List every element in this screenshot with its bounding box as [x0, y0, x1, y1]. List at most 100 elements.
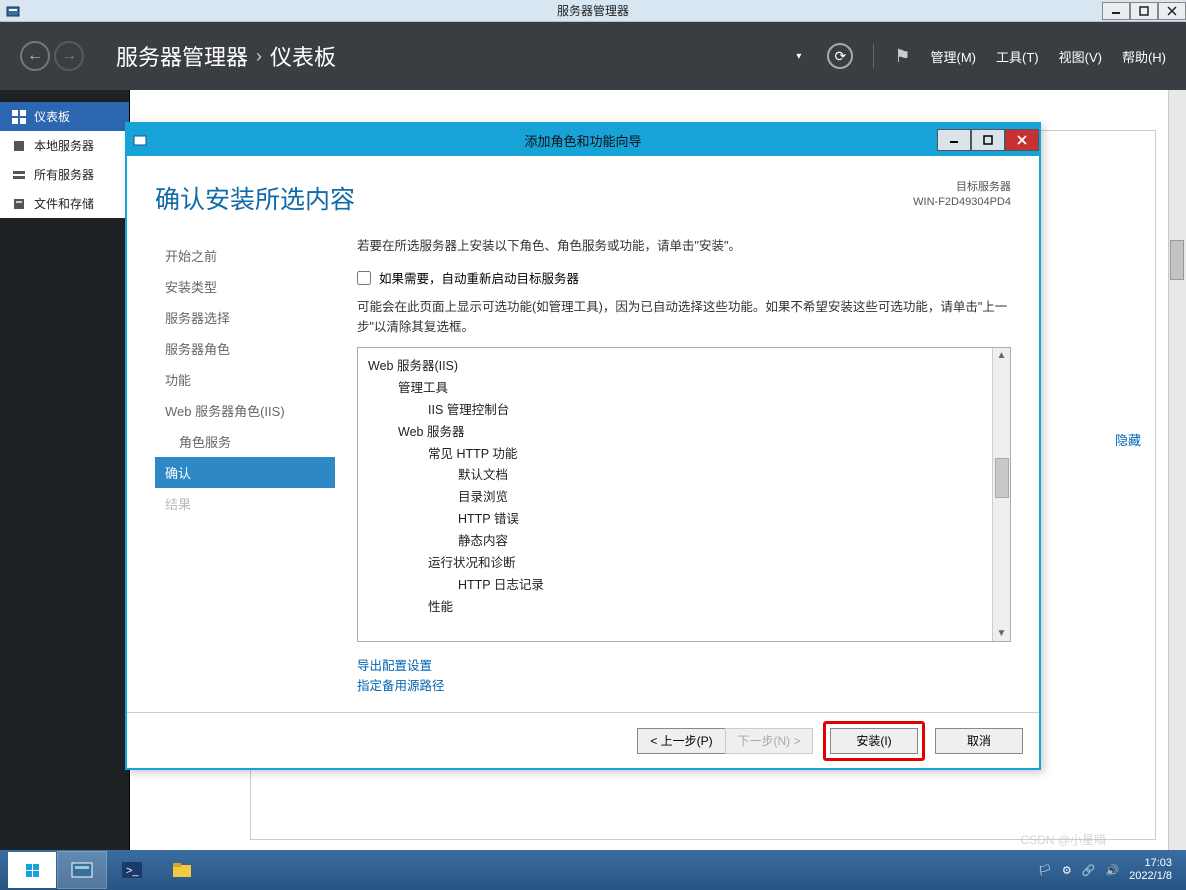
refresh-icon[interactable]: ⟳ — [827, 43, 853, 69]
target-server-label: 目标服务器 — [913, 180, 1011, 195]
menu-tools[interactable]: 工具(T) — [996, 47, 1039, 66]
tray-action-icon[interactable]: ⚙ — [1062, 864, 1072, 877]
sidebar-item-label: 文件和存储 — [34, 195, 94, 212]
nav-forward-button[interactable]: → — [54, 41, 84, 71]
tree-node: 常见 HTTP 功能 — [368, 444, 1008, 466]
tree-node: 运行状况和诊断 — [368, 553, 1008, 575]
window-title: 服务器管理器 — [557, 2, 629, 19]
tree-node: 静态内容 — [368, 531, 1008, 553]
vertical-scrollbar[interactable] — [1168, 90, 1186, 850]
breadcrumb: 服务器管理器 › 仪表板 — [116, 40, 336, 72]
taskbar-explorer[interactable] — [158, 852, 206, 888]
wizard-note: 可能会在此页面上显示可选功能(如管理工具)，因为已自动选择这些功能。如果不希望安… — [357, 297, 1011, 337]
scroll-thumb[interactable] — [995, 458, 1009, 498]
maximize-button[interactable] — [1130, 2, 1158, 20]
sidebar-item-label: 所有服务器 — [34, 166, 94, 183]
tree-scrollbar[interactable]: ▲ ▼ — [992, 348, 1010, 641]
wizard-title: 添加角色和功能向导 — [524, 131, 641, 150]
tree-node: 管理工具 — [368, 378, 1008, 400]
dashboard-icon — [12, 110, 26, 124]
sidebar-item-all-servers[interactable]: 所有服务器 — [0, 160, 129, 189]
wizard-nav-server-roles[interactable]: 服务器角色 — [155, 333, 335, 364]
flag-icon[interactable]: ⚑ — [894, 46, 910, 67]
minimize-button[interactable] — [1102, 2, 1130, 20]
tray-network-icon[interactable]: 🔗 — [1082, 864, 1096, 877]
watermark: CSDN @小星嘀 — [1020, 831, 1106, 848]
scroll-down-icon[interactable]: ▼ — [995, 626, 1009, 641]
wizard-minimize-button[interactable] — [937, 129, 971, 151]
tray-clock[interactable]: 17:03 2022/1/8 — [1129, 857, 1172, 883]
taskbar-server-manager[interactable] — [58, 852, 106, 888]
nav-back-button[interactable]: ← — [20, 41, 50, 71]
menu-view[interactable]: 视图(V) — [1059, 47, 1102, 66]
tree-node: IIS 管理控制台 — [368, 400, 1008, 422]
tree-node: HTTP 日志记录 — [368, 575, 1008, 597]
tree-node: HTTP 错误 — [368, 509, 1008, 531]
wizard-heading: 确认安装所选内容 — [155, 180, 355, 216]
wizard-instruction: 若要在所选服务器上安装以下角色、角色服务或功能，请单击"安装"。 — [357, 236, 1011, 256]
hide-link[interactable]: 隐藏 — [1115, 430, 1141, 449]
tree-node: 目录浏览 — [368, 487, 1008, 509]
tray-date: 2022/1/8 — [1129, 870, 1172, 883]
auto-restart-label: 如果需要，自动重新启动目标服务器 — [379, 268, 579, 287]
export-config-link[interactable]: 导出配置设置 — [357, 659, 432, 673]
add-roles-wizard: 添加角色和功能向导 确认安装所选内容 目标服务器 WIN-F2D49304PD4… — [125, 122, 1041, 770]
prev-button[interactable]: < 上一步(P) — [637, 728, 725, 754]
storage-icon — [12, 197, 26, 211]
window-title-bar: 服务器管理器 — [0, 0, 1186, 22]
wizard-nav-server-select[interactable]: 服务器选择 — [155, 302, 335, 333]
next-button: 下一步(N) > — [725, 728, 813, 754]
tray-time: 17:03 — [1129, 857, 1172, 870]
windows-logo-icon — [26, 864, 39, 877]
tree-node: Web 服务器(IIS) — [368, 356, 1008, 378]
server-icon — [12, 139, 26, 153]
sidebar-item-local-server[interactable]: 本地服务器 — [0, 131, 129, 160]
alt-source-link[interactable]: 指定备用源路径 — [357, 679, 445, 693]
wizard-nav: 开始之前 安装类型 服务器选择 服务器角色 功能 Web 服务器角色(IIS) … — [155, 236, 335, 696]
roles-tree: Web 服务器(IIS)管理工具IIS 管理控制台Web 服务器常见 HTTP … — [368, 356, 1008, 619]
sidebar-item-label: 本地服务器 — [34, 137, 94, 154]
wizard-nav-features[interactable]: 功能 — [155, 364, 335, 395]
wizard-nav-web-iis[interactable]: Web 服务器角色(IIS) — [155, 395, 335, 426]
auto-restart-row[interactable]: 如果需要，自动重新启动目标服务器 — [357, 268, 1011, 287]
roles-tree-box: Web 服务器(IIS)管理工具IIS 管理控制台Web 服务器常见 HTTP … — [357, 347, 1011, 642]
wizard-nav-before[interactable]: 开始之前 — [155, 240, 335, 271]
breadcrumb-page: 仪表板 — [270, 40, 336, 72]
wizard-close-button[interactable] — [1005, 129, 1039, 151]
breadcrumb-app-dropdown[interactable]: 服务器管理器 — [116, 40, 248, 72]
install-highlight: 安装(I) — [823, 721, 925, 761]
wizard-maximize-button[interactable] — [971, 129, 1005, 151]
tray-volume-icon[interactable]: 🔊 — [1105, 864, 1119, 877]
tree-node: 默认文档 — [368, 465, 1008, 487]
system-tray: 🏳 ⚙ 🔗 🔊 17:03 2022/1/8 — [1038, 857, 1178, 883]
sidebar-item-file-storage[interactable]: 文件和存储 — [0, 189, 129, 218]
svg-text:>_: >_ — [126, 865, 139, 877]
wizard-nav-install-type[interactable]: 安装类型 — [155, 271, 335, 302]
sidebar-item-dashboard[interactable]: 仪表板 — [0, 102, 129, 131]
start-button[interactable] — [8, 852, 56, 888]
scroll-up-icon[interactable]: ▲ — [995, 348, 1009, 363]
dropdown-caret-icon[interactable]: ▾ — [796, 51, 801, 62]
menu-manage[interactable]: 管理(M) — [931, 47, 977, 66]
sidebar-item-label: 仪表板 — [34, 108, 70, 125]
chevron-right-icon: › — [256, 46, 262, 67]
target-server-name: WIN-F2D49304PD4 — [913, 195, 1011, 210]
menu-help[interactable]: 帮助(H) — [1122, 47, 1166, 66]
auto-restart-checkbox[interactable] — [357, 271, 371, 285]
wizard-footer: < 上一步(P) 下一步(N) > 安装(I) 取消 — [127, 712, 1039, 768]
header-bar: ← → 服务器管理器 › 仪表板 ▾ ⟳ ⚑ 管理(M) 工具(T) 视图(V)… — [0, 22, 1186, 90]
wizard-nav-confirm[interactable]: 确认 — [155, 457, 335, 488]
taskbar: >_ 🏳 ⚙ 🔗 🔊 17:03 2022/1/8 — [0, 850, 1186, 890]
wizard-icon — [133, 133, 147, 147]
close-button[interactable] — [1158, 2, 1186, 20]
taskbar-powershell[interactable]: >_ — [108, 852, 156, 888]
cancel-button[interactable]: 取消 — [935, 728, 1023, 754]
separator — [873, 44, 874, 68]
tree-node: 性能 — [368, 597, 1008, 619]
install-button[interactable]: 安装(I) — [830, 728, 918, 754]
target-server-info: 目标服务器 WIN-F2D49304PD4 — [913, 180, 1011, 211]
tray-security-icon[interactable]: 🏳 — [1038, 864, 1052, 877]
wizard-title-bar: 添加角色和功能向导 — [127, 124, 1039, 156]
wizard-nav-role-services[interactable]: 角色服务 — [155, 426, 335, 457]
servers-icon — [12, 168, 26, 182]
